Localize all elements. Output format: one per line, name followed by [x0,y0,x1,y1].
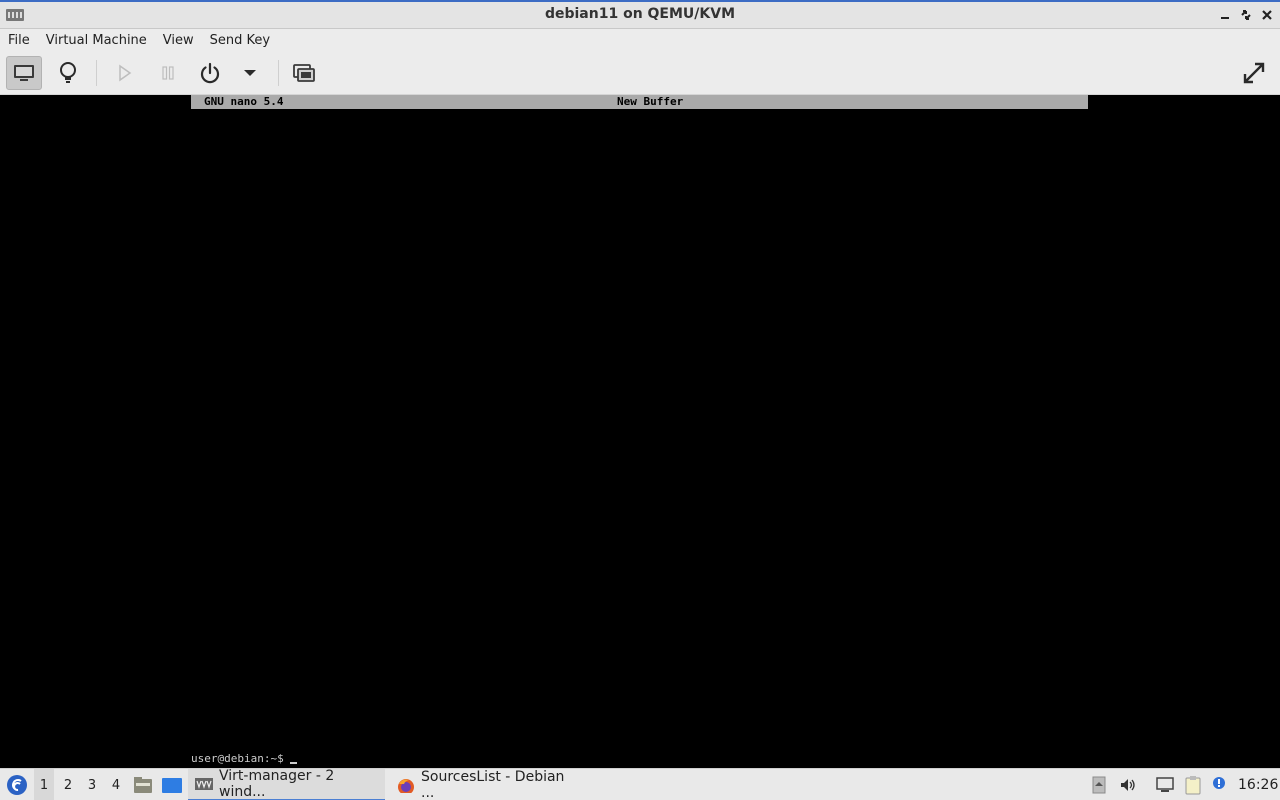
clipboard-button[interactable] [1182,769,1204,800]
virt-manager-icon [195,778,213,790]
shutdown-menu-button[interactable] [232,56,268,90]
nano-version: GNU nano 5.4 [204,95,284,108]
run-button[interactable] [106,56,142,90]
snapshot-icon [293,64,315,82]
console-view-button[interactable] [6,56,42,90]
workspace-3[interactable]: 3 [82,769,102,800]
power-icon [200,62,220,84]
shell-prompt: user@debian:~$ [191,752,297,765]
toolbar-separator [278,60,279,86]
tray-arrow-icon [1092,776,1106,794]
window-titlebar[interactable]: debian11 on QEMU/KVM [0,0,1280,29]
menu-file[interactable]: File [8,31,30,50]
menu-view[interactable]: View [163,31,194,50]
minimize-icon[interactable] [1216,6,1234,24]
workspace-2[interactable]: 2 [58,769,78,800]
fullscreen-button[interactable] [1236,56,1272,90]
tray-expand-button[interactable] [1090,769,1108,800]
volume-button[interactable] [1118,769,1138,800]
taskbar: 1 2 3 4 Virt-manager - 2 wind... Sources… [0,768,1280,800]
pause-icon [162,66,174,80]
firefox-icon [398,779,414,793]
prompt-text: user@debian:~$ [191,752,284,765]
nano-header-bar: GNU nano 5.4 New Buffer [191,95,1088,109]
workspace-1[interactable]: 1 [34,769,54,800]
monitor-icon [14,65,34,81]
file-manager-launcher[interactable] [132,769,154,800]
menu-virtual-machine[interactable]: Virtual Machine [46,31,147,50]
details-view-button[interactable] [50,56,86,90]
show-desktop-button[interactable] [160,769,184,800]
menu-bar: File Virtual Machine View Send Key [0,29,1280,52]
taskbar-task-firefox[interactable]: SourcesList - Debian ... [390,769,580,800]
network-button[interactable] [1154,769,1176,800]
text-cursor [289,762,297,764]
folder-icon [134,777,152,793]
toolbar-separator [96,60,97,86]
taskbar-task-virt-manager[interactable]: Virt-manager - 2 wind... [188,768,385,800]
debian-swirl-icon [7,775,27,795]
clipboard-icon [1185,776,1201,795]
start-menu-button[interactable] [4,769,30,800]
vm-console[interactable]: GNU nano 5.4 New Buffer user@debian:~$ [0,95,1280,768]
maximize-icon[interactable] [1237,6,1255,24]
nano-buffer-name: New Buffer [617,95,684,108]
fullscreen-icon [1243,62,1265,84]
clock[interactable]: 16:26 [1238,769,1278,800]
lightbulb-icon [60,62,76,83]
task-label: Virt-manager - 2 wind... [219,768,335,800]
task-label: SourcesList - Debian ... [421,769,565,800]
workspace-4[interactable]: 4 [106,769,126,800]
pause-button[interactable] [150,56,186,90]
window-title: debian11 on QEMU/KVM [544,6,736,22]
network-icon [1156,777,1174,792]
notification-button[interactable] [1208,769,1228,800]
play-icon [119,64,132,82]
snapshots-button[interactable] [286,56,322,90]
notification-icon [1213,777,1225,789]
close-icon[interactable] [1258,6,1276,24]
chevron-down-icon [244,70,256,76]
desktop-icon [162,778,182,793]
volume-icon [1121,779,1135,791]
toolbar [0,52,1280,95]
shutdown-button[interactable] [192,56,228,90]
menu-send-key[interactable]: Send Key [210,31,270,50]
